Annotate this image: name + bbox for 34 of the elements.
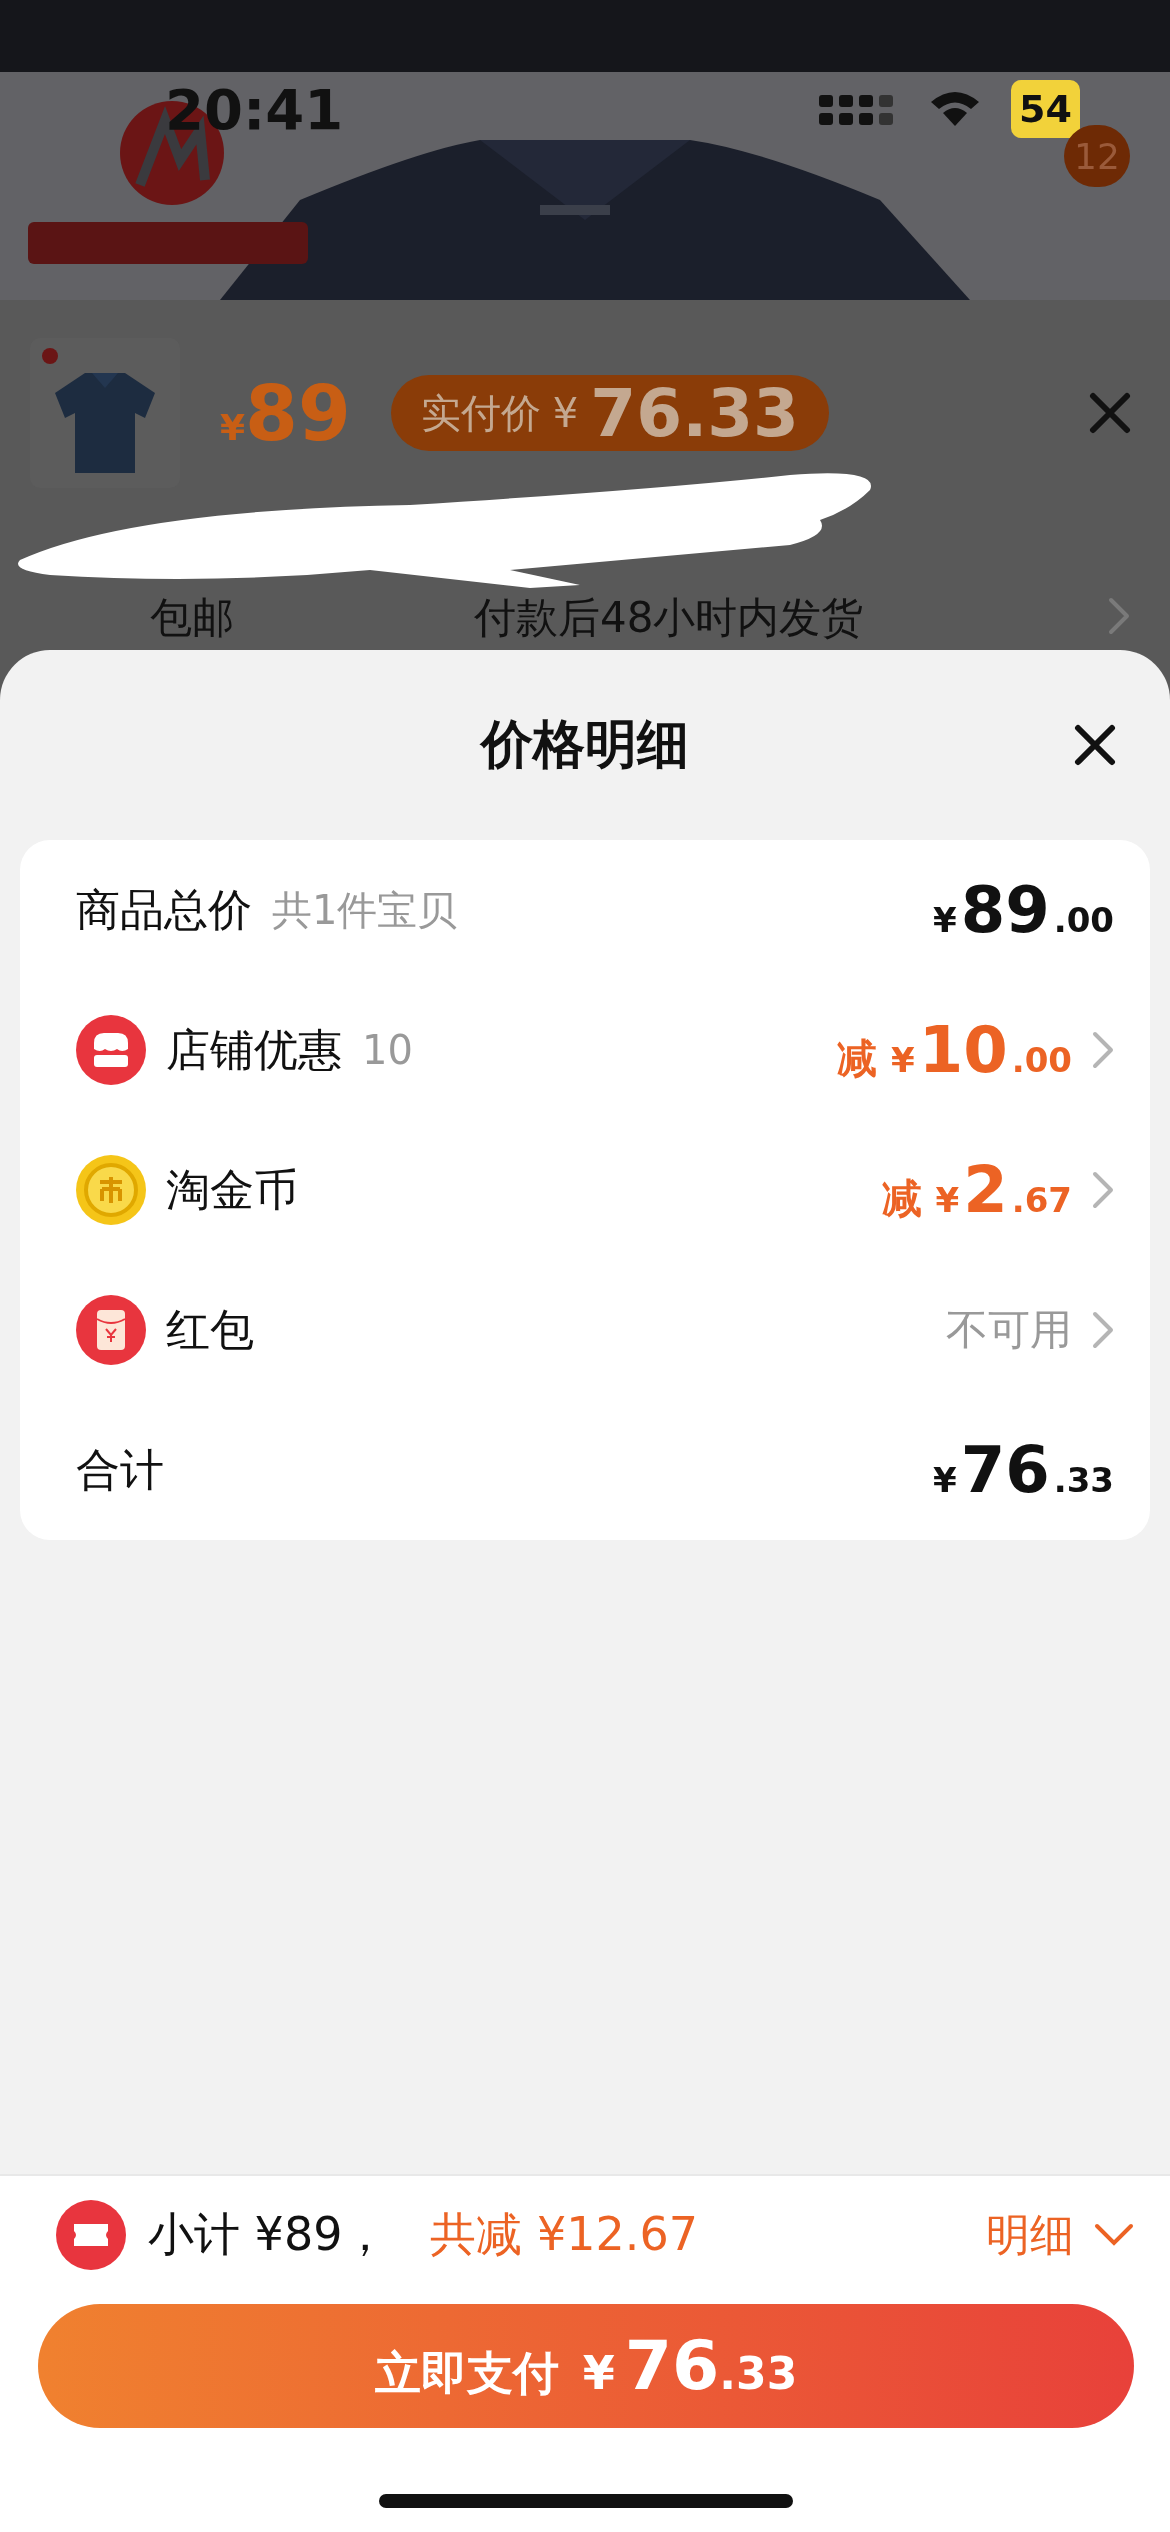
row-note: 共1件宝贝	[272, 885, 458, 935]
store-icon	[76, 1015, 146, 1085]
subtotal-text: 小计 ¥89，	[148, 2206, 389, 2263]
chevron-right-icon	[1092, 1031, 1114, 1069]
status-time: 20:41	[165, 76, 344, 142]
price-text: 减 ¥2.67	[881, 1153, 1072, 1227]
row-label: 商品总价	[76, 882, 252, 937]
row-label: 店铺优惠	[166, 1022, 342, 1077]
pay-button[interactable]: 立即支付 ¥76.33	[38, 2304, 1134, 2428]
shipping-text: 付款后48小时内发货	[474, 592, 864, 644]
ticket-icon	[56, 2200, 126, 2270]
price-text: ¥76.33	[933, 1433, 1114, 1507]
close-icon	[1074, 724, 1116, 766]
row-label: 红包	[166, 1302, 254, 1357]
saving-text: 共减 ¥12.67	[430, 2206, 698, 2263]
details-button[interactable]: 明细	[986, 2205, 1134, 2265]
final-price-badge: 实付价 ¥ 76.33	[390, 375, 830, 451]
price-text: ¥89.00	[933, 873, 1114, 947]
row-label: 淘金币	[166, 1162, 298, 1217]
row-note: 10	[362, 1027, 413, 1073]
coin-icon	[76, 1155, 146, 1225]
chevron-right-icon	[1092, 1311, 1114, 1349]
product-price: ¥89	[220, 368, 351, 458]
row-label: 合计	[76, 1442, 164, 1497]
envelope-icon	[76, 1295, 146, 1365]
chevron-right-icon	[1092, 1171, 1114, 1209]
status-text: 不可用	[946, 1304, 1072, 1356]
chevron-down-icon	[1094, 2223, 1134, 2247]
shipping-text: 包邮	[150, 592, 234, 644]
close-icon	[1089, 392, 1131, 434]
battery-level: 54	[1011, 80, 1080, 138]
sheet-title: 价格明细	[481, 713, 689, 776]
price-text: 减 ¥10.00	[837, 1013, 1072, 1087]
chevron-right-icon	[1108, 597, 1130, 635]
